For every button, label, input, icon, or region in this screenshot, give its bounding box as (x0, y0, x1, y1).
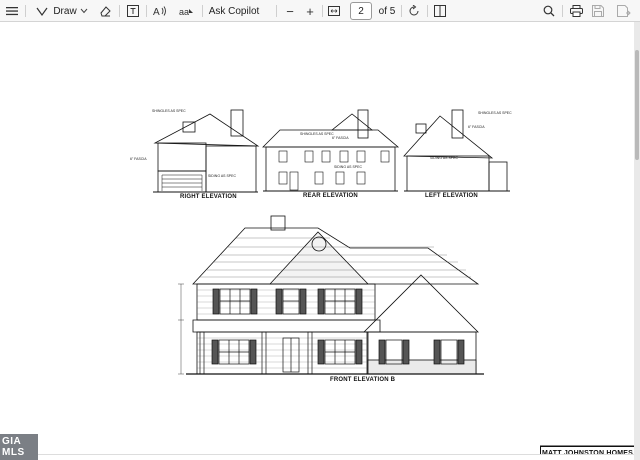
pdf-toolbar: Draw A aa Ask Copilot − + of 5 (0, 0, 640, 22)
shingles-note-rear: SHINGLES AS SPEC (300, 132, 334, 136)
search-icon[interactable] (541, 2, 557, 20)
page-number-input[interactable] (350, 2, 372, 20)
fascia-note-left: 6" FASCIA (468, 125, 485, 129)
add-text-icon[interactable] (125, 2, 141, 20)
left-elevation-label: LEFT ELEVATION (425, 193, 478, 199)
ask-copilot-button[interactable]: Ask Copilot (208, 2, 260, 20)
toolbar-separator (119, 5, 120, 17)
rear-elevation-label: REAR ELEVATION (303, 193, 358, 199)
elevation-drawing (153, 109, 634, 447)
contents-icon[interactable] (4, 2, 20, 20)
toolbar-separator (562, 5, 563, 17)
toolbar-separator (401, 5, 402, 17)
siding-note-right: SIDING AS SPEC (208, 174, 237, 178)
draw-icon[interactable] (34, 2, 50, 20)
front-elevation-label: FRONT ELEVATION B (330, 377, 396, 383)
shingles-note-left: SHINGLES AS SPEC (478, 111, 512, 115)
save-as-icon[interactable] (614, 2, 634, 20)
immersive-reader-icon[interactable]: aa (178, 2, 196, 20)
zoom-out-button[interactable]: − (282, 2, 298, 20)
save-icon[interactable] (590, 2, 606, 20)
right-elevation-drawing (153, 109, 260, 193)
page-view-icon[interactable] (432, 2, 448, 20)
zoom-in-label: + (306, 3, 314, 19)
draw-label: Draw (53, 5, 77, 17)
ask-copilot-label: Ask Copilot (208, 5, 260, 17)
toolbar-separator (276, 5, 277, 17)
fascia-note-rear: 6" FASCIA (332, 136, 349, 140)
page-total: of 5 (376, 2, 398, 20)
draw-options-chevron-icon[interactable] (78, 2, 90, 20)
siding-note-rear: SIDING AS SPEC (334, 165, 363, 169)
toolbar-separator (202, 5, 203, 17)
fascia-note-right: 6" FASCIA (130, 157, 147, 161)
mls-watermark-badge: GIA MLS (0, 434, 38, 460)
toolbar-separator (146, 5, 147, 17)
fit-to-page-icon[interactable] (326, 2, 342, 20)
scrollbar-thumb[interactable] (635, 50, 639, 160)
toolbar-separator (25, 5, 26, 17)
front-elevation-drawing (178, 215, 484, 375)
svg-text:A: A (153, 7, 160, 17)
eraser-icon[interactable] (97, 2, 113, 20)
shingles-note-right: SHINGLES AS SPEC (152, 109, 186, 113)
print-icon[interactable] (568, 2, 584, 20)
zoom-in-button[interactable]: + (302, 2, 318, 20)
siding-note-left: SIDING AS SPEC (430, 156, 459, 160)
pdf-page: RIGHT ELEVATION REAR ELEVATION LEFT ELEV… (0, 22, 634, 460)
toolbar-separator (427, 5, 428, 17)
vertical-scrollbar[interactable] (634, 22, 640, 460)
right-elevation-label: RIGHT ELEVATION (180, 194, 237, 200)
rotate-icon[interactable] (406, 2, 422, 20)
svg-text:aa: aa (179, 7, 189, 17)
rear-elevation-drawing (262, 109, 400, 192)
read-aloud-icon[interactable]: A (152, 2, 168, 20)
page-total-label: of 5 (378, 5, 396, 17)
draw-button[interactable]: Draw (53, 2, 77, 20)
zoom-out-label: − (286, 3, 294, 19)
left-elevation-drawing (403, 109, 510, 192)
pdf-viewer[interactable]: RIGHT ELEVATION REAR ELEVATION LEFT ELEV… (0, 22, 640, 460)
toolbar-separator (322, 5, 323, 17)
next-page-edge (38, 454, 634, 460)
